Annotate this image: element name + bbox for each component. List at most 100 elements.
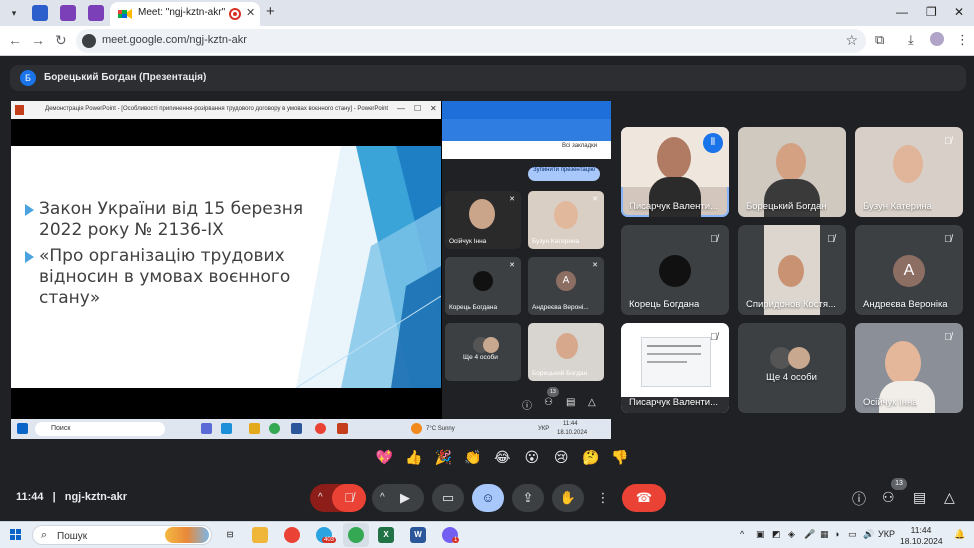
app-icon [249,423,260,434]
ppt-window-title: Демонстрація PowerPoint - [Особливості п… [45,106,389,112]
chrome-icon[interactable] [348,527,364,543]
search-highlight-image [165,527,209,543]
close-icon[interactable]: ✕ [246,6,255,19]
participant-tile[interactable]: 🎙̸ Спиридонов Костя... [738,225,846,315]
mic-options-button[interactable]: ^ 🎙̸ [310,484,366,512]
maximize-icon[interactable]: ❐ [926,5,937,19]
extensions-icon[interactable]: ⧉ [875,32,884,48]
more-options-button[interactable]: ⋮ [592,484,614,512]
participant-name: Осійчук Інна [863,397,918,408]
info-icon[interactable]: ⓘ [852,489,866,509]
powerpoint-icon [15,105,24,115]
forward-icon[interactable]: → [31,32,45,48]
participant-name: Ще 4 особи [463,354,498,361]
raise-hand-button[interactable]: ✋ [552,484,584,512]
mini-search-placeholder: Поиск [51,425,71,432]
tab-active-meet[interactable]: Meet: "ngj-kztn-akr" ✕ [110,2,260,26]
thumbs-up-reaction[interactable]: 👍 [401,449,426,466]
participant-name: Борецький Богдан [532,370,588,377]
task-view-icon[interactable]: ⊟ [222,527,238,543]
star-icon[interactable]: ☆ [845,32,858,49]
search-icon: ⌕ [41,529,48,541]
hang-up-button[interactable]: ☎ [622,484,666,512]
heart-reaction[interactable]: 💖 [372,449,397,466]
excel-icon[interactable]: X [378,527,394,543]
participant-tile[interactable]: 🎙̸ Корець Богдана [621,225,729,315]
thinking-reaction[interactable]: 🤔 [578,449,603,466]
windows-start-icon[interactable] [10,529,22,541]
mini-participant-tile: Ще 4 особи [445,323,521,381]
mic-off-icon: 🎙̸ [944,136,952,147]
sad-reaction[interactable]: 😢 [549,449,574,466]
mic-off-icon: 🎙̸ [710,332,718,343]
participant-tile[interactable]: 🎙̸ Писарчук Валенти... [621,323,729,413]
tab-icon[interactable] [88,5,104,21]
record-icon [229,8,241,20]
network-icon[interactable]: ▭ [848,529,857,540]
word-icon[interactable]: W [410,527,426,543]
microphone-icon[interactable]: 🎤 [804,529,815,540]
app-icon [221,423,232,434]
camera-options-button[interactable]: ^ ▶ [372,484,424,512]
participant-tile[interactable]: ⦀ Писарчук Валенти... [621,127,729,217]
taskbar-date: 18.10.2024 [900,536,943,546]
thumbs-down-reaction[interactable]: 👎 [608,449,633,466]
taskbar-search[interactable]: ⌕ Пошук [32,525,212,545]
activities-icon: △ [588,397,596,408]
tab-icon[interactable] [60,5,76,21]
menu-icon[interactable]: ⋮ [956,32,969,48]
captions-button[interactable]: ▭ [432,484,464,512]
mini-browser: Всі закладки [442,101,611,159]
minimize-icon[interactable]: — [896,5,908,19]
tab-title: Meet: "ngj-kztn-akr" [138,7,226,18]
clap-reaction[interactable]: 👏 [460,449,485,466]
party-reaction[interactable]: 🎉 [431,449,456,466]
chevron-up-icon: ^ [380,492,385,503]
participant-tile[interactable]: 🎙̸ Бузун Катерина [855,127,963,217]
participant-tile[interactable]: 🎙̸ Осійчук Інна [855,323,963,413]
emoji-button[interactable]: ☺ [472,484,504,512]
chat-icon[interactable]: ▤ [913,489,926,506]
profile-icon[interactable] [930,32,944,46]
tray-app-icon[interactable]: ▦ [820,529,829,540]
more-icon: ⋮ [596,490,610,505]
ppt-window-titlebar: Демонстрація PowerPoint - [Особливості п… [11,101,441,119]
activities-icon[interactable]: △ [944,489,955,506]
participant-name: Ще 4 особи [766,372,817,383]
site-info-icon[interactable] [82,34,96,48]
mini-windows-taskbar: Поиск 7°C Sunny УКР 11:44 18.10.2024 [11,419,611,439]
present-button[interactable]: ⇪ [512,484,544,512]
participant-tile[interactable]: А 🎙̸ Андреєва Вероніка [855,225,963,315]
url-field[interactable]: meet.google.com/ngj-kztn-akr ☆ [76,29,866,53]
notifications-icon[interactable]: 🔔 [954,529,965,540]
chevron-up-icon: ^ [318,492,323,503]
back-icon[interactable]: ← [8,32,22,48]
url-text: meet.google.com/ngj-kztn-akr [102,34,247,46]
people-icon[interactable]: ⚇ [882,489,895,506]
tray-app-icon[interactable]: ◑ [834,529,839,539]
taskbar-clock[interactable]: 11:44 18.10.2024 [900,525,943,547]
close-icon[interactable]: ✕ [954,5,964,19]
tray-app-icon[interactable]: ◈ [788,529,795,540]
language-indicator[interactable]: УКР [878,529,895,539]
reload-icon[interactable]: ↻ [55,32,67,49]
triangle-bullet-icon [25,204,34,216]
laugh-reaction[interactable]: 😂 [490,449,515,466]
mini-participant-tile: ✕ Бузун Катерина [528,191,604,249]
tab-icon[interactable] [32,5,48,21]
volume-icon[interactable]: 🔊 [863,529,874,540]
presentation-slide: Закон України від 15 березня 2022 року №… [11,146,441,388]
participant-tile[interactable]: Ще 4 особи [738,323,846,413]
plus-icon[interactable]: + [266,3,275,20]
chevron-up-icon[interactable]: ^ [740,529,744,539]
download-icon[interactable]: ⤓ [908,32,914,48]
surprised-reaction[interactable]: 😮 [519,449,544,466]
tray-app-icon[interactable]: ◩ [772,529,781,540]
mini-search: Поиск [35,422,165,436]
file-explorer-icon[interactable] [252,527,268,543]
tray-app-icon[interactable]: ▣ [756,529,765,540]
separator: | [52,491,56,503]
participant-tile[interactable]: Борецький Богдан [738,127,846,217]
chevron-down-icon[interactable]: ▾ [6,5,22,21]
chrome-icon[interactable] [284,527,300,543]
